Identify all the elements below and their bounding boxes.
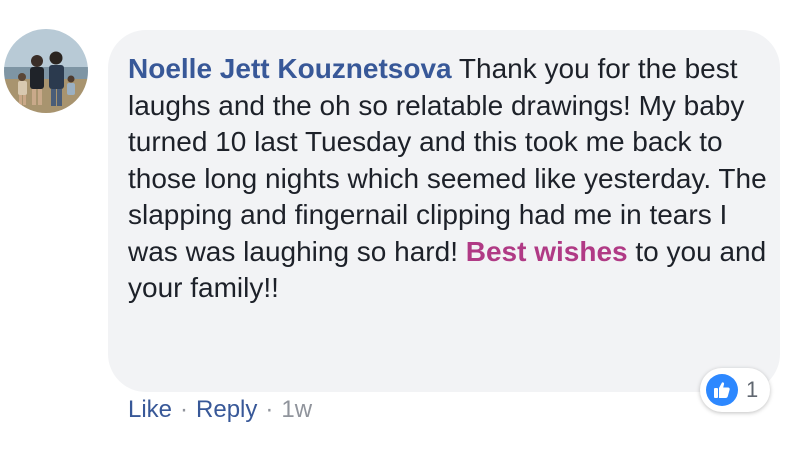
reaction-count: 1 [746,377,759,402]
mention-link[interactable]: Best wishes [466,236,628,267]
thumbs-up-icon [706,374,738,406]
avatar-photo [4,29,88,113]
reaction-summary[interactable]: 1 [700,368,771,412]
separator-dot: · [180,396,189,423]
like-button[interactable]: Like [128,396,172,424]
separator-dot: · [265,396,274,423]
comment-body: Noelle Jett Kouznetsova Thank you for th… [128,51,768,307]
timestamp[interactable]: 1w [281,396,312,424]
comment-text: Thank you for the best laughs and the oh… [128,53,767,267]
comment-actions: Like · Reply · 1w [128,396,312,424]
author-name-link[interactable]: Noelle Jett Kouznetsova [128,53,452,84]
comment: Noelle Jett Kouznetsova Thank you for th… [0,0,800,450]
avatar[interactable] [4,29,88,113]
reply-button[interactable]: Reply [196,396,257,424]
